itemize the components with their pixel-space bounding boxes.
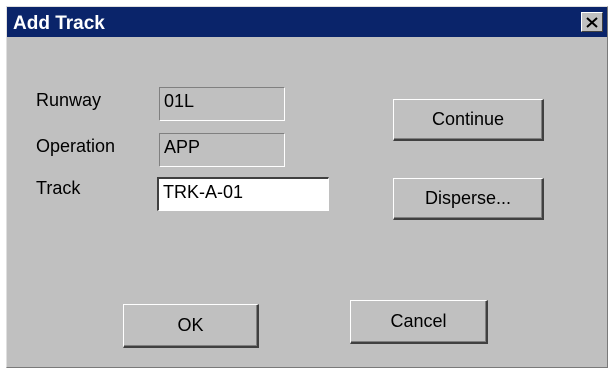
continue-button[interactable]: Continue xyxy=(393,99,544,141)
track-input[interactable]: TRK-A-01 xyxy=(157,177,329,211)
track-label: Track xyxy=(36,178,81,198)
runway-label: Runway xyxy=(36,90,102,110)
close-icon xyxy=(586,16,598,28)
ok-button[interactable]: OK xyxy=(123,304,259,348)
operation-field: APP xyxy=(159,133,285,167)
close-button[interactable] xyxy=(581,12,603,32)
add-track-dialog: Add Track Runway 01L Operation APP Track… xyxy=(6,6,608,368)
dialog-title: Add Track xyxy=(13,13,105,34)
runway-field: 01L xyxy=(159,87,285,121)
cancel-button[interactable]: Cancel xyxy=(350,300,488,344)
operation-label: Operation xyxy=(36,136,116,156)
disperse-button[interactable]: Disperse... xyxy=(393,178,544,220)
title-bar[interactable]: Add Track xyxy=(7,7,607,37)
